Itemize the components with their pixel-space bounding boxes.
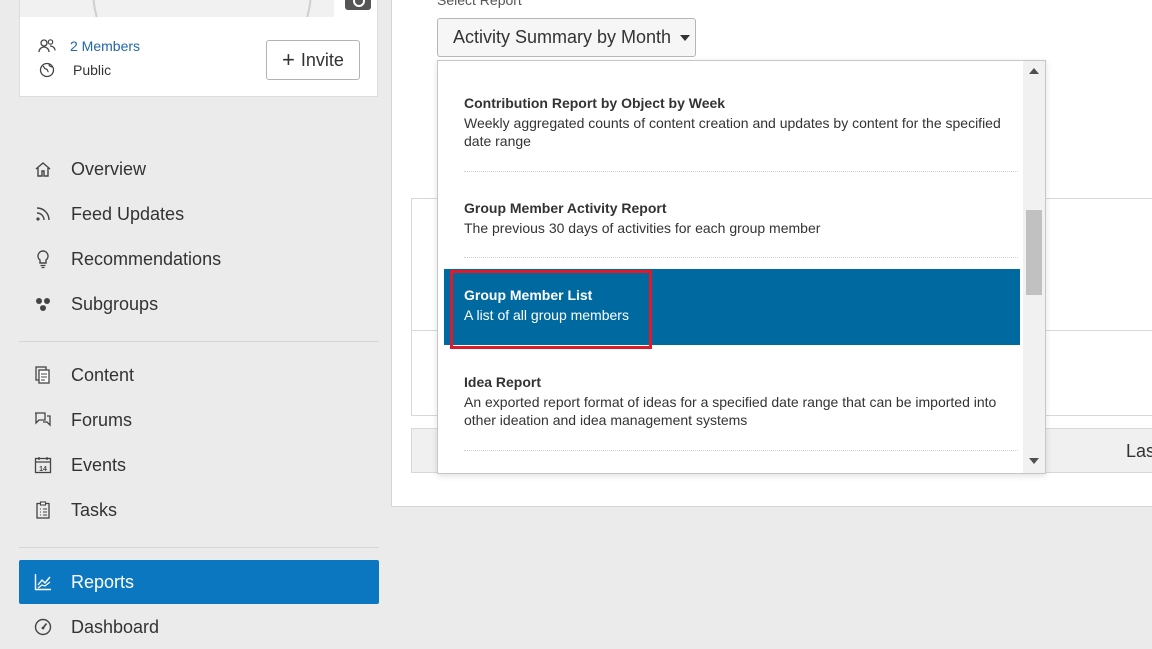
members-link[interactable]: 2 Members: [70, 38, 140, 54]
home-icon: [33, 159, 53, 179]
sidebar-item-label: Forums: [71, 409, 133, 430]
sidebar-item-label: Tasks: [71, 499, 118, 520]
tasks-icon: [33, 500, 53, 520]
option-title: Contribution Report by Object by Week: [464, 95, 726, 111]
sidebar-item-subgroups[interactable]: Subgroups: [19, 282, 379, 326]
sidebar-item-content[interactable]: Content: [19, 353, 379, 397]
sidebar-item-overview[interactable]: Overview: [19, 147, 379, 191]
group-banner-image: [20, 0, 334, 17]
sidebar-item-recommendations[interactable]: Recommendations: [19, 237, 379, 281]
nav-divider: [19, 547, 379, 548]
sidebar-item-label: Reports: [71, 571, 135, 592]
option-title: Idea Report: [464, 374, 542, 390]
content-icon: [33, 365, 53, 385]
sidebar-item-label: Feed Updates: [71, 203, 185, 224]
calendar-icon: 14: [33, 455, 53, 475]
svg-text:14: 14: [39, 466, 47, 473]
select-report-label: Select Report: [437, 0, 522, 8]
members-icon: [38, 37, 56, 55]
invite-label: Invite: [300, 49, 344, 70]
visibility-label: Public: [73, 62, 112, 78]
report-select-dropdown[interactable]: Activity Summary by Month: [437, 18, 696, 57]
option-separator: [464, 171, 1018, 172]
sidebar-item-forums[interactable]: Forums: [19, 398, 379, 442]
scrollbar-thumb[interactable]: [1026, 210, 1042, 295]
visibility-row: Public: [38, 61, 111, 79]
option-separator: [464, 450, 1018, 451]
invite-button[interactable]: + Invite: [266, 40, 360, 80]
report-option-member-activity[interactable]: Group Member Activity Report The previou…: [444, 199, 1020, 243]
sidebar-item-dashboard[interactable]: Dashboard: [19, 605, 379, 649]
nav-divider: [19, 341, 379, 342]
report-select-value: Activity Summary by Month: [453, 27, 672, 47]
sidebar-item-label: Dashboard: [71, 616, 160, 637]
dashboard-icon: [33, 617, 53, 637]
scroll-down-arrow-icon[interactable]: [1029, 458, 1039, 464]
members-row: 2 Members: [38, 37, 140, 55]
sidebar-item-label: Events: [71, 454, 127, 475]
scroll-up-arrow-icon[interactable]: [1029, 68, 1039, 74]
plus-icon: +: [282, 47, 295, 72]
report-option-idea[interactable]: Idea Report An exported report format of…: [444, 373, 1020, 435]
report-option-contribution[interactable]: Contribution Report by Object by Week We…: [444, 94, 1020, 156]
report-options-list[interactable]: Contribution Report by Object by Week We…: [437, 60, 1046, 474]
option-title: Group Member Activity Report: [464, 200, 667, 216]
sidebar-item-label: Subgroups: [71, 293, 159, 314]
sidebar-item-events[interactable]: 14 Events: [19, 443, 379, 487]
sidebar-item-reports[interactable]: Reports: [19, 560, 379, 604]
sidebar-item-label: Recommendations: [71, 248, 222, 269]
camera-icon[interactable]: [345, 0, 371, 10]
sidebar-item-feed-updates[interactable]: Feed Updates: [19, 192, 379, 236]
option-description: Weekly aggregated counts of content crea…: [464, 115, 1001, 149]
option-separator: [464, 257, 1018, 258]
sidebar-item-tasks[interactable]: Tasks: [19, 488, 379, 532]
table-column-last: Last: [1125, 441, 1152, 461]
sidebar-item-label: Content: [71, 364, 135, 385]
caret-down-icon: [680, 34, 691, 41]
rss-icon: [33, 204, 53, 224]
subgroups-icon: [33, 294, 53, 314]
option-description: The previous 30 days of activities for e…: [464, 220, 821, 236]
group-card: 2 Members Public + Invite: [19, 0, 378, 97]
annotation-highlight: [450, 270, 652, 349]
sidebar-item-label: Overview: [71, 158, 147, 179]
lightbulb-icon: [33, 249, 53, 269]
reports-chart-icon: [33, 572, 53, 592]
forums-icon: [33, 410, 53, 430]
globe-icon: [38, 61, 56, 79]
option-description: An exported report format of ideas for a…: [464, 394, 997, 428]
